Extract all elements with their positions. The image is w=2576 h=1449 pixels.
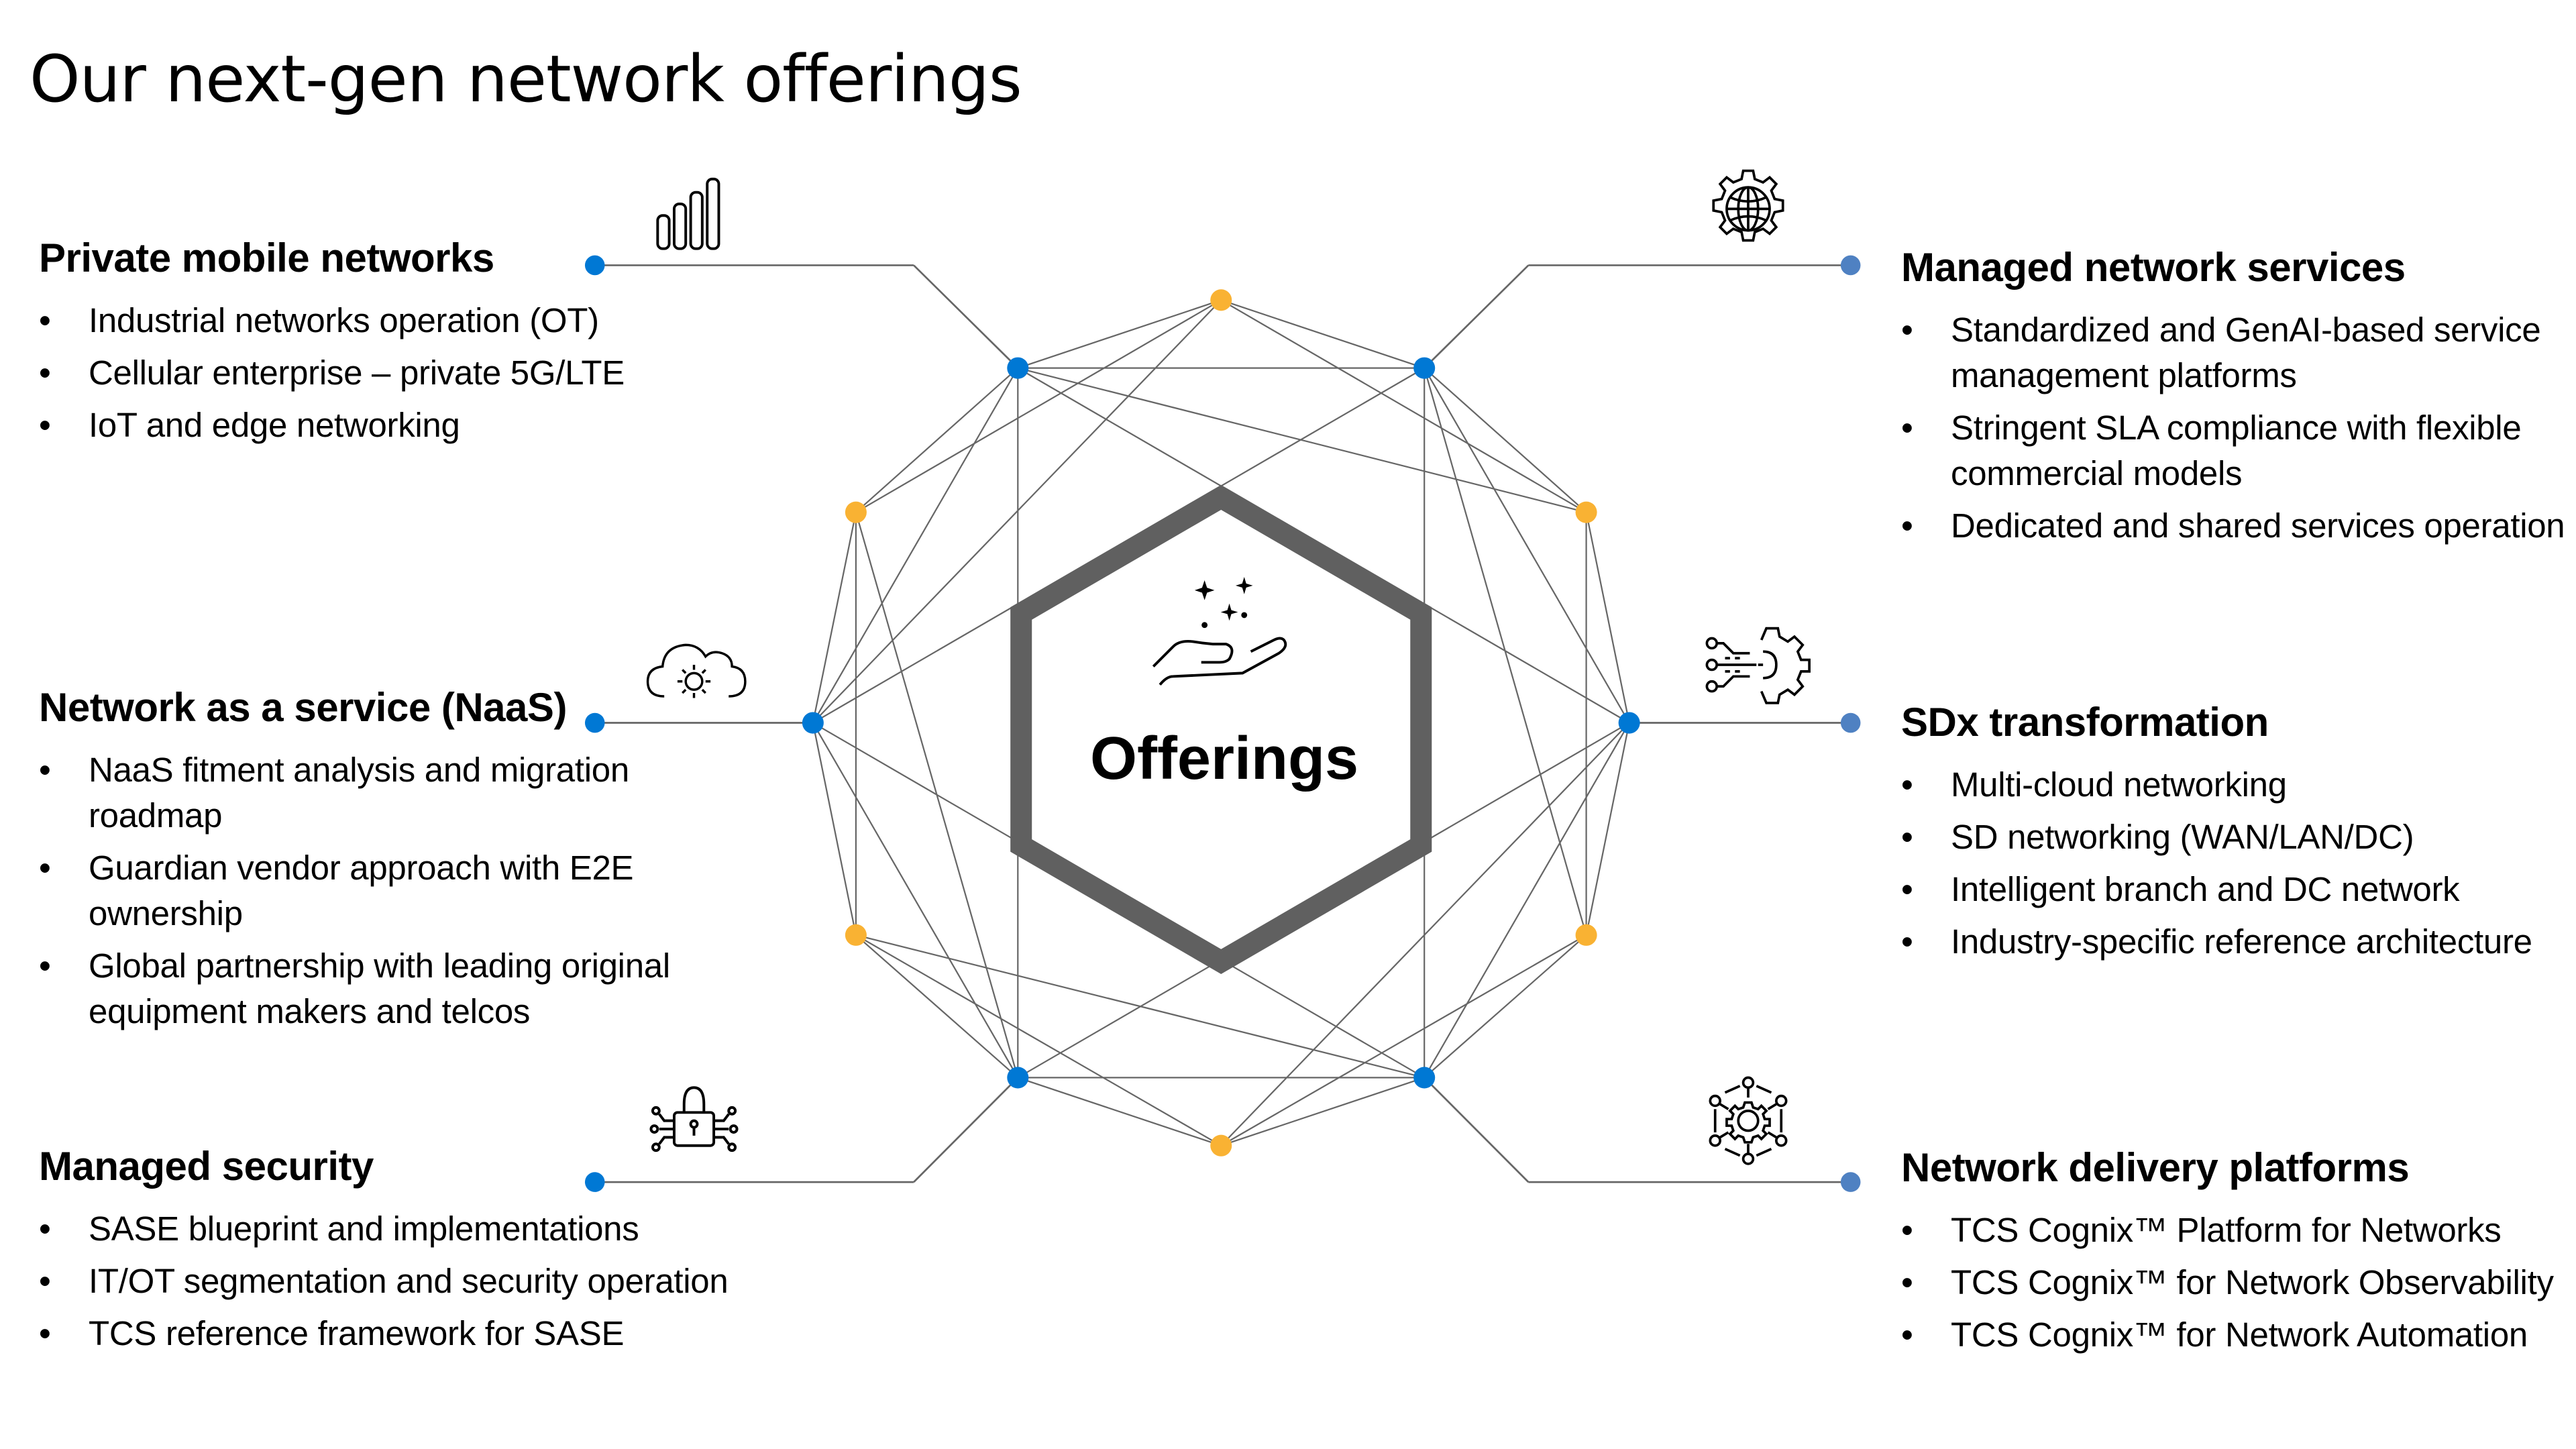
network-edge (855, 934, 1425, 1079)
connector-line (913, 264, 1019, 369)
network-gear-icon (1709, 1076, 1788, 1165)
bullet-item: Industry-specific reference architecture (1901, 919, 2572, 965)
center-label: Offerings (1089, 725, 1359, 792)
offering-heading: SDx transformation (1901, 700, 2269, 745)
relay-node (845, 924, 867, 946)
bullet-item: IoT and edge networking (39, 402, 643, 448)
relay-node (1575, 501, 1597, 523)
offering-managed-services: Managed network services Standardized an… (1901, 246, 2572, 555)
network-edge (1220, 299, 1587, 513)
network-edge (1424, 368, 1630, 724)
bullet-item: Dedicated and shared services operation (1901, 503, 2572, 549)
hub-node (1618, 712, 1640, 734)
bullet-item: SD networking (WAN/LAN/DC) (1901, 814, 2572, 860)
network-edge (855, 934, 1019, 1079)
bullet-item: Global partnership with leading original… (39, 943, 683, 1034)
offering-bullets: Industrial networks operation (OT) Cellu… (39, 298, 643, 448)
network-edge (855, 512, 1019, 1078)
signal-bars-icon (656, 177, 720, 250)
offering-bullets: TCS Cognix™ Platform for Networks TCS Co… (1901, 1208, 2572, 1358)
network-edge (1017, 299, 1222, 369)
relay-node (1575, 924, 1597, 946)
offering-heading: Network delivery platforms (1901, 1145, 2410, 1190)
connector-line (1424, 1077, 1529, 1183)
bullet-item: TCS Cognix™ for Network Observability (1901, 1260, 2572, 1305)
network-edge (812, 722, 1019, 1078)
bullet-item: TCS Cognix™ for Network Automation (1901, 1312, 2572, 1358)
connector-line (913, 1077, 1019, 1183)
offering-heading: Managed security (39, 1144, 374, 1189)
bullet-item: Industrial networks operation (OT) (39, 298, 643, 343)
relay-node (1210, 289, 1232, 311)
offering-sdx: SDx transformation Multi-cloud networkin… (1901, 700, 2572, 971)
offering-heading: Network as a service (NaaS) (39, 685, 567, 730)
connector-line (1424, 264, 1529, 369)
offering-bullets: Standardized and GenAI-based service man… (1901, 307, 2572, 549)
network-edge (855, 367, 1019, 513)
offering-security: Managed security SASE blueprint and impl… (39, 1144, 790, 1363)
relay-node (1210, 1134, 1232, 1157)
network-edge (812, 512, 857, 723)
network-edge (1424, 722, 1630, 1078)
network-edge (1220, 299, 1425, 369)
bullet-item: Intelligent branch and DC network (1901, 867, 2572, 912)
circuit-lock-icon (649, 1086, 739, 1152)
bullet-item: Stringent SLA compliance with flexible c… (1901, 405, 2572, 496)
network-edge (812, 722, 857, 936)
hub-node (802, 712, 824, 734)
hub-node (1413, 1067, 1436, 1089)
network-edge (1585, 722, 1630, 936)
endpoint-dot (1840, 712, 1861, 733)
bullet-item: Multi-cloud networking (1901, 762, 2572, 808)
bullet-item: NaaS fitment analysis and migration road… (39, 747, 683, 839)
offering-delivery: Network delivery platforms TCS Cognix™ P… (1901, 1146, 2572, 1364)
network-edge (1018, 367, 1587, 513)
hub-node (1413, 357, 1436, 379)
offering-bullets: Multi-cloud networking SD networking (WA… (1901, 762, 2572, 965)
offering-heading: Private mobile networks (39, 235, 494, 280)
relay-node (845, 501, 867, 523)
offering-bullets: SASE blueprint and implementations IT/OT… (39, 1206, 790, 1356)
bullet-item: Standardized and GenAI-based service man… (1901, 307, 2572, 398)
network-edge (855, 934, 1222, 1146)
hub-node (1007, 1067, 1029, 1089)
bullet-item: SASE blueprint and implementations (39, 1206, 790, 1252)
globe-gear-icon (1712, 169, 1784, 242)
endpoint-dot (1840, 1172, 1861, 1192)
network-edge (1424, 934, 1587, 1079)
bullet-item: Guardian vendor approach with E2E owners… (39, 845, 683, 936)
circuit-gear-icon (1705, 627, 1811, 704)
offering-private-mobile: Private mobile networks Industrial netwo… (39, 236, 643, 455)
network-edge (812, 368, 1019, 724)
bullet-item: TCS reference framework for SASE (39, 1311, 790, 1356)
bullet-item: Cellular enterprise – private 5G/LTE (39, 350, 643, 396)
bullet-item: IT/OT segmentation and security operatio… (39, 1258, 790, 1304)
bullet-item: TCS Cognix™ Platform for Networks (1901, 1208, 2572, 1253)
offering-bullets: NaaS fitment analysis and migration road… (39, 747, 683, 1034)
offering-naas: Network as a service (NaaS) NaaS fitment… (39, 686, 683, 1041)
network-edge (1585, 512, 1630, 723)
endpoint-dot (1840, 255, 1861, 276)
hub-node (1007, 357, 1029, 379)
offering-heading: Managed network services (1901, 245, 2406, 290)
network-edge (1424, 367, 1587, 513)
